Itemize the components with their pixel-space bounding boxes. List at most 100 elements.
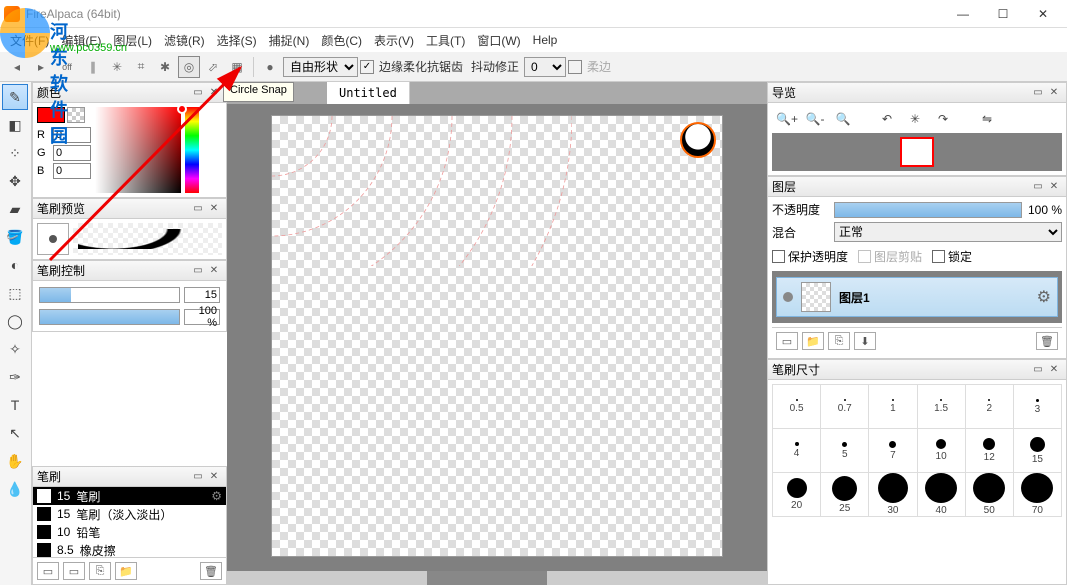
foreground-color-swatch[interactable]: [37, 107, 65, 123]
panel-float-icon[interactable]: ▭: [190, 264, 206, 278]
lock-checkbox[interactable]: [932, 250, 945, 263]
menu-window[interactable]: 窗口(W): [471, 30, 526, 51]
maximize-button[interactable]: ☐: [983, 0, 1023, 28]
r-input[interactable]: [53, 127, 91, 143]
brush-size-cell[interactable]: 40: [918, 473, 966, 517]
background-color-swatch[interactable]: [67, 107, 85, 123]
snap-curve-icon[interactable]: ⬀: [202, 56, 224, 78]
color-dot-icon[interactable]: ●: [259, 56, 281, 78]
g-input[interactable]: [53, 145, 91, 161]
brush-size-value[interactable]: 15: [184, 287, 220, 303]
brush-folder-button[interactable]: 📁: [115, 562, 137, 580]
antialias-checkbox[interactable]: ✓: [360, 60, 374, 74]
snap-cross-icon[interactable]: ✳: [106, 56, 128, 78]
brush-opacity-value[interactable]: 100 %: [184, 309, 220, 325]
navigator-preview[interactable]: [772, 133, 1062, 171]
brush-size-cell[interactable]: 5: [821, 429, 869, 473]
layer-new-button[interactable]: ▭: [776, 332, 798, 350]
layer-opacity-slider[interactable]: [834, 202, 1022, 218]
b-input[interactable]: [53, 163, 91, 179]
brush-size-cell[interactable]: 50: [966, 473, 1014, 517]
tool-eraser[interactable]: ◧: [2, 112, 28, 138]
clip-checkbox[interactable]: [858, 250, 871, 263]
brush-size-cell[interactable]: 0.7: [821, 385, 869, 429]
brush-size-cell[interactable]: 12: [966, 429, 1014, 473]
menu-select[interactable]: 选择(S): [211, 30, 263, 51]
menu-color[interactable]: 颜色(C): [315, 30, 368, 51]
brush-list[interactable]: 15笔刷⚙ 15笔刷（淡入淡出） 10铅笔 8.5橡皮擦: [33, 487, 226, 557]
shake-select[interactable]: 0: [524, 57, 566, 77]
close-button[interactable]: ✕: [1023, 0, 1063, 28]
panel-close-icon[interactable]: ✕: [1046, 86, 1062, 100]
brush-size-cell[interactable]: 25: [821, 473, 869, 517]
zoom-fit-icon[interactable]: 🔍: [832, 109, 854, 129]
panel-close-icon[interactable]: ✕: [206, 264, 222, 278]
snap-arrow-right-icon[interactable]: ▸: [30, 56, 52, 78]
zoom-out-icon[interactable]: 🔍-: [804, 109, 826, 129]
snap-grid-icon[interactable]: ▦: [226, 56, 248, 78]
protect-alpha-checkbox[interactable]: [772, 250, 785, 263]
layer-item[interactable]: 图层1 ⚙: [776, 277, 1058, 317]
snap-arrow-left-icon[interactable]: ◂: [6, 56, 28, 78]
flip-icon[interactable]: ⇋: [976, 109, 998, 129]
minimize-button[interactable]: —: [943, 0, 983, 28]
tool-gradient[interactable]: ◐: [2, 252, 28, 278]
gear-icon[interactable]: ⚙: [211, 489, 222, 503]
tool-dot[interactable]: ⁘: [2, 140, 28, 166]
menu-edit[interactable]: 编辑(E): [55, 30, 107, 51]
panel-float-icon[interactable]: ▭: [1030, 363, 1046, 377]
panel-close-icon[interactable]: ✕: [206, 470, 222, 484]
brush-size-cell[interactable]: 15: [1014, 429, 1062, 473]
panel-close-icon[interactable]: ✕: [206, 86, 222, 100]
menu-layer[interactable]: 图层(L): [107, 30, 158, 51]
layer-merge-button[interactable]: ⬇: [854, 332, 876, 350]
menu-filter[interactable]: 滤镜(R): [158, 30, 211, 51]
menu-view[interactable]: 表示(V): [368, 30, 420, 51]
tool-select-rect[interactable]: ⬚: [2, 280, 28, 306]
hue-slider[interactable]: [185, 107, 199, 193]
panel-close-icon[interactable]: ✕: [1046, 180, 1062, 194]
layer-delete-button[interactable]: 🗑: [1036, 332, 1058, 350]
brush-size-cell[interactable]: 2: [966, 385, 1014, 429]
tool-pointer[interactable]: ↖: [2, 420, 28, 446]
shape-select[interactable]: 自由形状: [283, 57, 358, 77]
layer-dup-button[interactable]: ⎘: [828, 332, 850, 350]
tool-eyedropper[interactable]: 💧: [2, 476, 28, 502]
brush-item[interactable]: 15笔刷⚙: [33, 487, 226, 505]
tool-select-wand[interactable]: ✧: [2, 336, 28, 362]
canvas[interactable]: [272, 116, 722, 556]
brush-add2-button[interactable]: ▭: [63, 562, 85, 580]
brush-delete-button[interactable]: 🗑: [200, 562, 222, 580]
tool-fill[interactable]: ▰: [2, 196, 28, 222]
menu-tool[interactable]: 工具(T): [420, 30, 471, 51]
color-field[interactable]: [95, 107, 181, 193]
tool-select-pen[interactable]: ✑: [2, 364, 28, 390]
brush-size-cell[interactable]: 70: [1014, 473, 1062, 517]
snap-off-button[interactable]: off: [54, 56, 80, 78]
document-tab[interactable]: Untitled: [327, 82, 410, 104]
brush-size-cell[interactable]: 4: [773, 429, 821, 473]
brush-dup-button[interactable]: ⎘: [89, 562, 111, 580]
brush-opacity-slider[interactable]: [39, 309, 180, 325]
soft-checkbox[interactable]: [568, 60, 582, 74]
brush-size-cell[interactable]: 20: [773, 473, 821, 517]
panel-close-icon[interactable]: ✕: [1046, 363, 1062, 377]
snap-circle-icon[interactable]: ◎: [178, 56, 200, 78]
gear-icon[interactable]: ⚙: [1037, 287, 1051, 307]
rotate-left-icon[interactable]: ↶: [876, 109, 898, 129]
panel-float-icon[interactable]: ▭: [1030, 180, 1046, 194]
snap-radial-icon[interactable]: ✱: [154, 56, 176, 78]
menu-help[interactable]: Help: [527, 31, 564, 49]
brush-item[interactable]: 10铅笔: [33, 523, 226, 541]
brush-size-slider[interactable]: [39, 287, 180, 303]
zoom-in-icon[interactable]: 🔍+: [776, 109, 798, 129]
tool-move[interactable]: ✥: [2, 168, 28, 194]
layer-blend-select[interactable]: 正常: [834, 222, 1062, 242]
layer-folder-button[interactable]: 📁: [802, 332, 824, 350]
brush-item[interactable]: 8.5橡皮擦: [33, 541, 226, 557]
tool-brush[interactable]: ✎: [2, 84, 28, 110]
brush-size-cell[interactable]: 30: [869, 473, 917, 517]
panel-close-icon[interactable]: ✕: [206, 202, 222, 216]
rotate-reset-icon[interactable]: ✳: [904, 109, 926, 129]
panel-float-icon[interactable]: ▭: [190, 86, 206, 100]
